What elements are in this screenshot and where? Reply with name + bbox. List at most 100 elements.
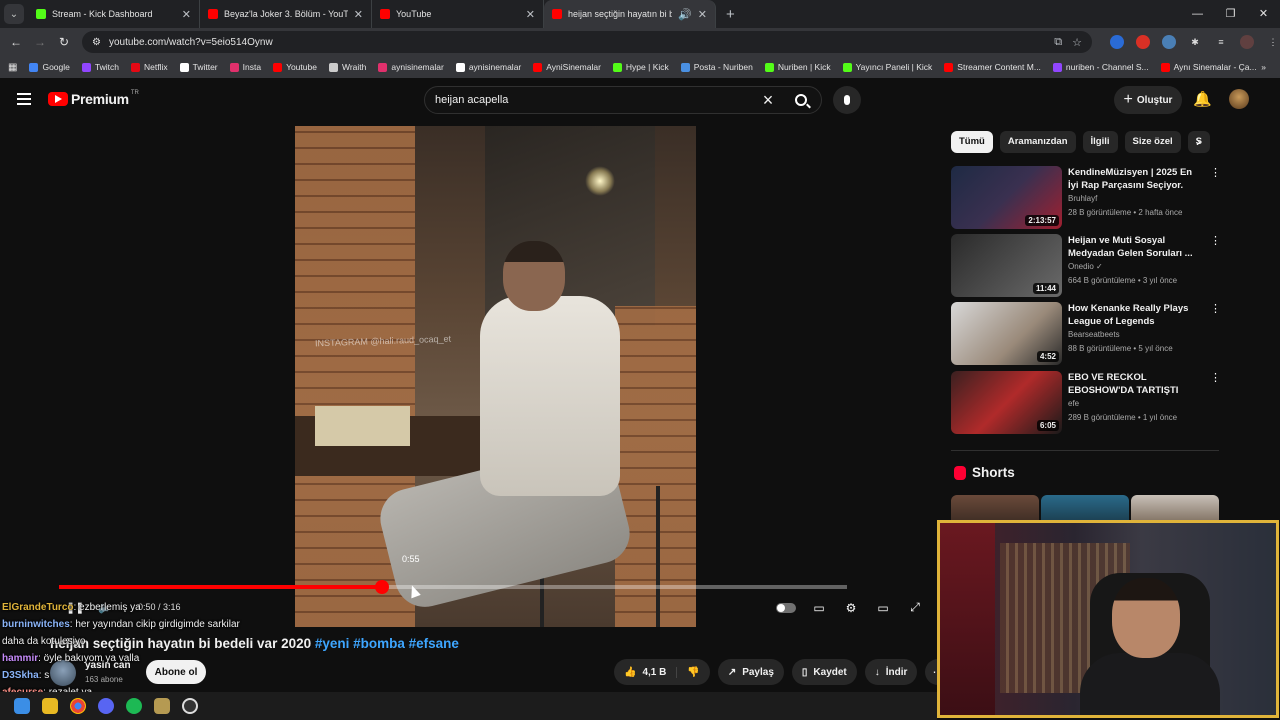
site-info-icon[interactable]: ⚙ (92, 37, 101, 48)
bookmark-item[interactable]: Posta - Nuriben (680, 62, 753, 72)
bookmark-item[interactable]: Streamer Content M... (944, 62, 1041, 72)
recommended-video-title[interactable]: How Kenanke Really Plays League of Legen… (1068, 302, 1204, 328)
bookmark-item[interactable]: aynisinemalar (378, 62, 444, 72)
bookmark-item[interactable]: Youtube (273, 62, 317, 72)
create-button[interactable]: + Oluştur (1114, 86, 1182, 114)
filter-chip[interactable]: Size özel (1124, 131, 1181, 153)
dislike-button[interactable]: 👎 (677, 667, 709, 678)
windows-start-icon[interactable] (14, 698, 30, 714)
bookmark-item[interactable]: Twitch (81, 62, 119, 72)
puzzle-icon[interactable]: ✱ (1188, 35, 1202, 49)
video-thumbnail[interactable]: 2:13:57 (951, 166, 1062, 229)
chrome-icon[interactable] (70, 698, 86, 714)
search-button[interactable] (781, 87, 821, 113)
more-options-icon[interactable]: ⋮ (1210, 302, 1221, 315)
file-explorer-icon[interactable] (42, 698, 58, 714)
menu-icon[interactable]: ⋮ (1266, 35, 1280, 49)
reload-icon[interactable]: ↻ (52, 35, 76, 49)
bookmark-item[interactable]: Aynı Sinemalar - Ça... (1160, 62, 1257, 72)
close-window-icon[interactable]: ✕ (1247, 0, 1280, 28)
close-icon[interactable]: ✕ (182, 8, 191, 21)
notifications-icon[interactable]: 🔔 (1193, 90, 1212, 108)
search-box[interactable]: heijan acapella × (424, 86, 822, 114)
more-options-icon[interactable]: ⋮ (1210, 234, 1221, 247)
obs-icon[interactable] (182, 698, 198, 714)
like-button[interactable]: 👍 4,1 B (614, 666, 678, 678)
bookmark-item[interactable]: aynisinemalar (455, 62, 521, 72)
extension-icon[interactable] (1136, 35, 1150, 49)
install-icon[interactable]: ⧉ (1054, 36, 1062, 49)
fullscreen-icon[interactable]: ⤢ (906, 600, 924, 615)
youtube-logo[interactable]: Premium TR (48, 90, 139, 107)
recommended-video[interactable]: 11:44 Heijan ve Muti Sosyal Medyadan Gele… (951, 234, 1221, 298)
app-icon[interactable] (154, 698, 170, 714)
more-options-icon[interactable]: ⋮ (1210, 371, 1221, 384)
recommended-channel[interactable]: efe (1068, 399, 1079, 408)
subtitles-icon[interactable]: ▭ (810, 601, 828, 615)
autoplay-toggle[interactable] (776, 602, 796, 613)
bookmark-item[interactable]: Google (29, 62, 70, 72)
new-tab-button[interactable]: + (716, 6, 745, 23)
restore-icon[interactable]: ❐ (1214, 0, 1247, 28)
settings-icon[interactable]: ⚙ (842, 601, 860, 615)
bookmark-item[interactable]: nuriben - Channel S... (1052, 62, 1149, 72)
bookmark-item[interactable]: Twitter (179, 62, 218, 72)
progress-bar[interactable] (59, 580, 847, 594)
bookmark-item[interactable]: Insta (229, 62, 261, 72)
url-text[interactable]: youtube.com/watch?v=5eio514Oynw (109, 37, 1044, 48)
avatar[interactable] (1229, 89, 1249, 109)
more-bookmarks-icon[interactable]: » (1261, 62, 1266, 72)
bookmark-item[interactable]: Nuriben | Kick (764, 62, 831, 72)
recommended-video[interactable]: 2:13:57 KendineMüzisyen | 2025 En İyi Rap… (951, 166, 1221, 230)
bookmark-item[interactable]: Netflix (130, 62, 168, 72)
speaker-icon[interactable]: 🔊 (678, 8, 692, 21)
recommended-video[interactable]: 6:05 EBO VE RECKOL EBOSHOW'DA TARTIŞTI efe… (951, 371, 1221, 435)
omnibox[interactable]: ⚙ youtube.com/watch?v=5eio514Oynw ⧉ ☆ (82, 31, 1092, 53)
clear-search-icon[interactable]: × (755, 90, 781, 111)
video-thumbnail[interactable]: 6:05 (951, 371, 1062, 434)
recommended-channel[interactable]: Onedio ✓ (1068, 262, 1103, 271)
more-options-icon[interactable]: ⋮ (1210, 166, 1221, 179)
apps-icon[interactable]: ▦ (8, 62, 17, 73)
share-button[interactable]: ↗ Paylaş (717, 659, 784, 685)
discord-icon[interactable] (98, 698, 114, 714)
profile-icon[interactable] (1240, 35, 1254, 49)
recommended-video[interactable]: 4:52 How Kenanke Really Plays League of L… (951, 302, 1221, 366)
filter-chip[interactable]: İlgili (1082, 131, 1118, 153)
tab-beyazla-joker[interactable]: Beyaz'la Joker 3. Bölüm - YouTu ✕ (200, 0, 372, 28)
bookmark-item[interactable]: Yayıncı Paneli | Kick (842, 62, 932, 72)
recommended-video-title[interactable]: KendineMüzisyen | 2025 En İyi Rap Parças… (1068, 166, 1204, 192)
back-icon[interactable]: ← (4, 35, 28, 49)
theater-mode-icon[interactable]: ▭ (874, 601, 892, 615)
media-icon[interactable]: ≡ (1214, 35, 1228, 49)
bookmark-item[interactable]: Hype | Kick (612, 62, 669, 72)
filter-chip[interactable]: Aramanızdan (999, 131, 1076, 153)
minimize-icon[interactable]: — (1181, 0, 1214, 28)
tab-search-icon[interactable]: ⌄ (4, 4, 24, 24)
forward-icon[interactable]: → (28, 35, 52, 49)
tab-kick-dashboard[interactable]: Stream - Kick Dashboard ✕ (28, 0, 200, 28)
tab-heijan-video[interactable]: heijan seçtiğin hayatın bi be 🔊 ✕ (544, 0, 716, 28)
bookmark-item[interactable]: AyniSinemalar (533, 62, 601, 72)
spotify-icon[interactable] (126, 698, 142, 714)
recommended-channel[interactable]: Bearseatbeets (1068, 330, 1120, 339)
recommended-video-title[interactable]: EBO VE RECKOL EBOSHOW'DA TARTIŞTI (1068, 371, 1204, 397)
close-icon[interactable]: ✕ (526, 8, 535, 21)
bookmark-item[interactable]: Wraith (328, 62, 366, 72)
video-thumbnail[interactable]: 11:44 (951, 234, 1062, 297)
tab-youtube[interactable]: YouTube ✕ (372, 0, 544, 28)
video-player[interactable]: INSTAGRAM @hali.raud_ocaq_et (295, 126, 696, 627)
recommended-channel[interactable]: Bruhlayf (1068, 194, 1097, 203)
chevron-right-icon[interactable]: › (1196, 133, 1201, 149)
save-button[interactable]: ▯ Kaydet (791, 659, 857, 685)
filter-chip[interactable]: Tümü (951, 131, 993, 153)
voice-search-button[interactable] (833, 86, 861, 114)
close-icon[interactable]: ✕ (698, 8, 707, 21)
recommended-video-title[interactable]: Heijan ve Muti Sosyal Medyadan Gelen Sor… (1068, 234, 1204, 260)
search-input[interactable]: heijan acapella (435, 94, 755, 106)
video-thumbnail[interactable]: 4:52 (951, 302, 1062, 365)
bookmark-star-icon[interactable]: ☆ (1072, 36, 1082, 49)
menu-icon[interactable] (17, 93, 31, 105)
scrubber-handle[interactable] (375, 580, 390, 594)
download-button[interactable]: ↓ İndir (864, 659, 918, 685)
